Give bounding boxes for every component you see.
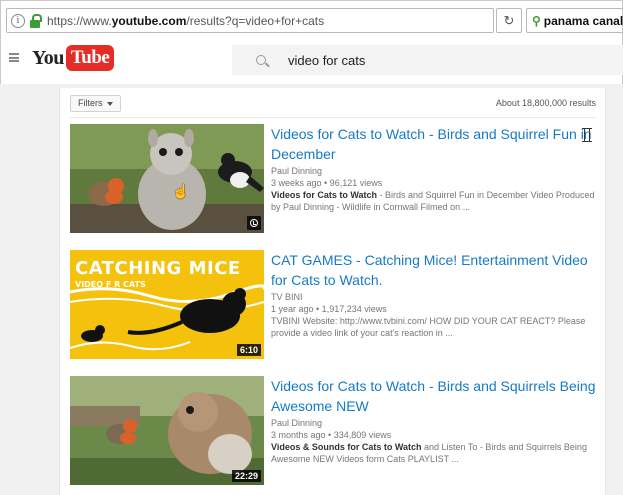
result-item[interactable]: 22:29 Videos for Cats to Watch - Birds a… — [70, 376, 596, 488]
address-bar[interactable]: i https://www.youtube.com/results?q=vide… — [6, 8, 494, 33]
thumbnail-subline: VIDEO F R CATS — [75, 280, 146, 289]
result-item[interactable]: CATCHING MICE VIDEO F R CATS 6:10 CAT GA… — [70, 250, 596, 362]
result-info: Videos for Cats to Watch - Birds and Squ… — [271, 376, 601, 465]
video-title[interactable]: CAT GAMES - Catching Mice! Entertainment… — [271, 250, 601, 290]
channel-name[interactable]: TV BINI — [271, 292, 601, 302]
channel-name[interactable]: Paul Dinning — [271, 166, 601, 176]
url-prefix: https://www. — [47, 13, 112, 28]
reload-icon[interactable]: ↻ — [496, 8, 522, 33]
result-item[interactable]: Videos for Cats to Watch - Birds and Squ… — [70, 124, 596, 236]
search-input[interactable]: video for cats — [232, 45, 623, 75]
thumbnail-image — [70, 124, 264, 233]
watch-later-icon[interactable] — [247, 216, 261, 230]
text-cursor-icon — [582, 128, 592, 142]
video-description: Videos & Sounds for Cats to Watch and Li… — [271, 441, 601, 465]
video-duration: 6:10 — [236, 344, 261, 356]
result-info: Videos for Cats to Watch - Birds and Squ… — [271, 124, 601, 213]
caret-down-icon — [106, 101, 113, 106]
video-description: Videos for Cats to Watch - Birds and Squ… — [271, 189, 601, 213]
logo-you: You — [32, 46, 64, 69]
description-highlight: Videos & Sounds for Cats to Watch — [271, 442, 422, 452]
filters-label: Filters — [78, 98, 103, 108]
pointer-hand-icon: ☝ — [172, 183, 190, 199]
video-thumbnail[interactable]: CATCHING MICE VIDEO F R CATS 6:10 — [70, 250, 264, 359]
video-thumbnail[interactable]: 22:29 — [70, 376, 264, 485]
menu-icon[interactable] — [9, 53, 19, 62]
search-icon — [256, 55, 266, 65]
video-duration: 22:29 — [231, 470, 261, 482]
url-domain: youtube.com — [111, 13, 187, 28]
search-query: video for cats — [288, 52, 366, 68]
thumbnail-image — [70, 376, 264, 485]
logo-tube: Tube — [65, 45, 115, 71]
channel-name[interactable]: Paul Dinning — [271, 418, 601, 428]
youtube-logo[interactable]: You Tube — [32, 45, 115, 71]
divider — [70, 117, 596, 118]
video-meta: 1 year ago • 1,917,234 views — [271, 304, 387, 314]
search-engine-icon: ⚲ — [532, 13, 541, 28]
url-path: /results?q=video+for+cats — [186, 13, 325, 28]
filters-button[interactable]: Filters — [70, 95, 121, 112]
thumbnail-headline: CATCHING MICE — [75, 258, 241, 279]
description-text: TVBINI Website: http://www.tvbini.com/ H… — [271, 316, 586, 338]
results-count: About 18,800,000 results — [495, 98, 596, 108]
video-title[interactable]: Videos for Cats to Watch - Birds and Squ… — [271, 376, 601, 416]
url-text[interactable]: https://www.youtube.com/results?q=video+… — [47, 14, 324, 28]
result-info: CAT GAMES - Catching Mice! Entertainment… — [271, 250, 601, 339]
video-thumbnail[interactable] — [70, 124, 264, 233]
lock-icon[interactable] — [29, 13, 42, 28]
video-meta: 3 months ago • 334,809 views — [271, 430, 392, 440]
video-title[interactable]: Videos for Cats to Watch - Birds and Squ… — [271, 124, 601, 164]
video-description: TVBINI Website: http://www.tvbini.com/ H… — [271, 315, 601, 339]
description-highlight: Videos for Cats to Watch — [271, 190, 378, 200]
browser-search-value: panama canal — [543, 13, 623, 28]
info-icon[interactable]: i — [11, 13, 25, 28]
video-meta: 3 weeks ago • 96,121 views — [271, 178, 383, 188]
browser-search-box[interactable]: ⚲ panama canal — [526, 8, 623, 33]
